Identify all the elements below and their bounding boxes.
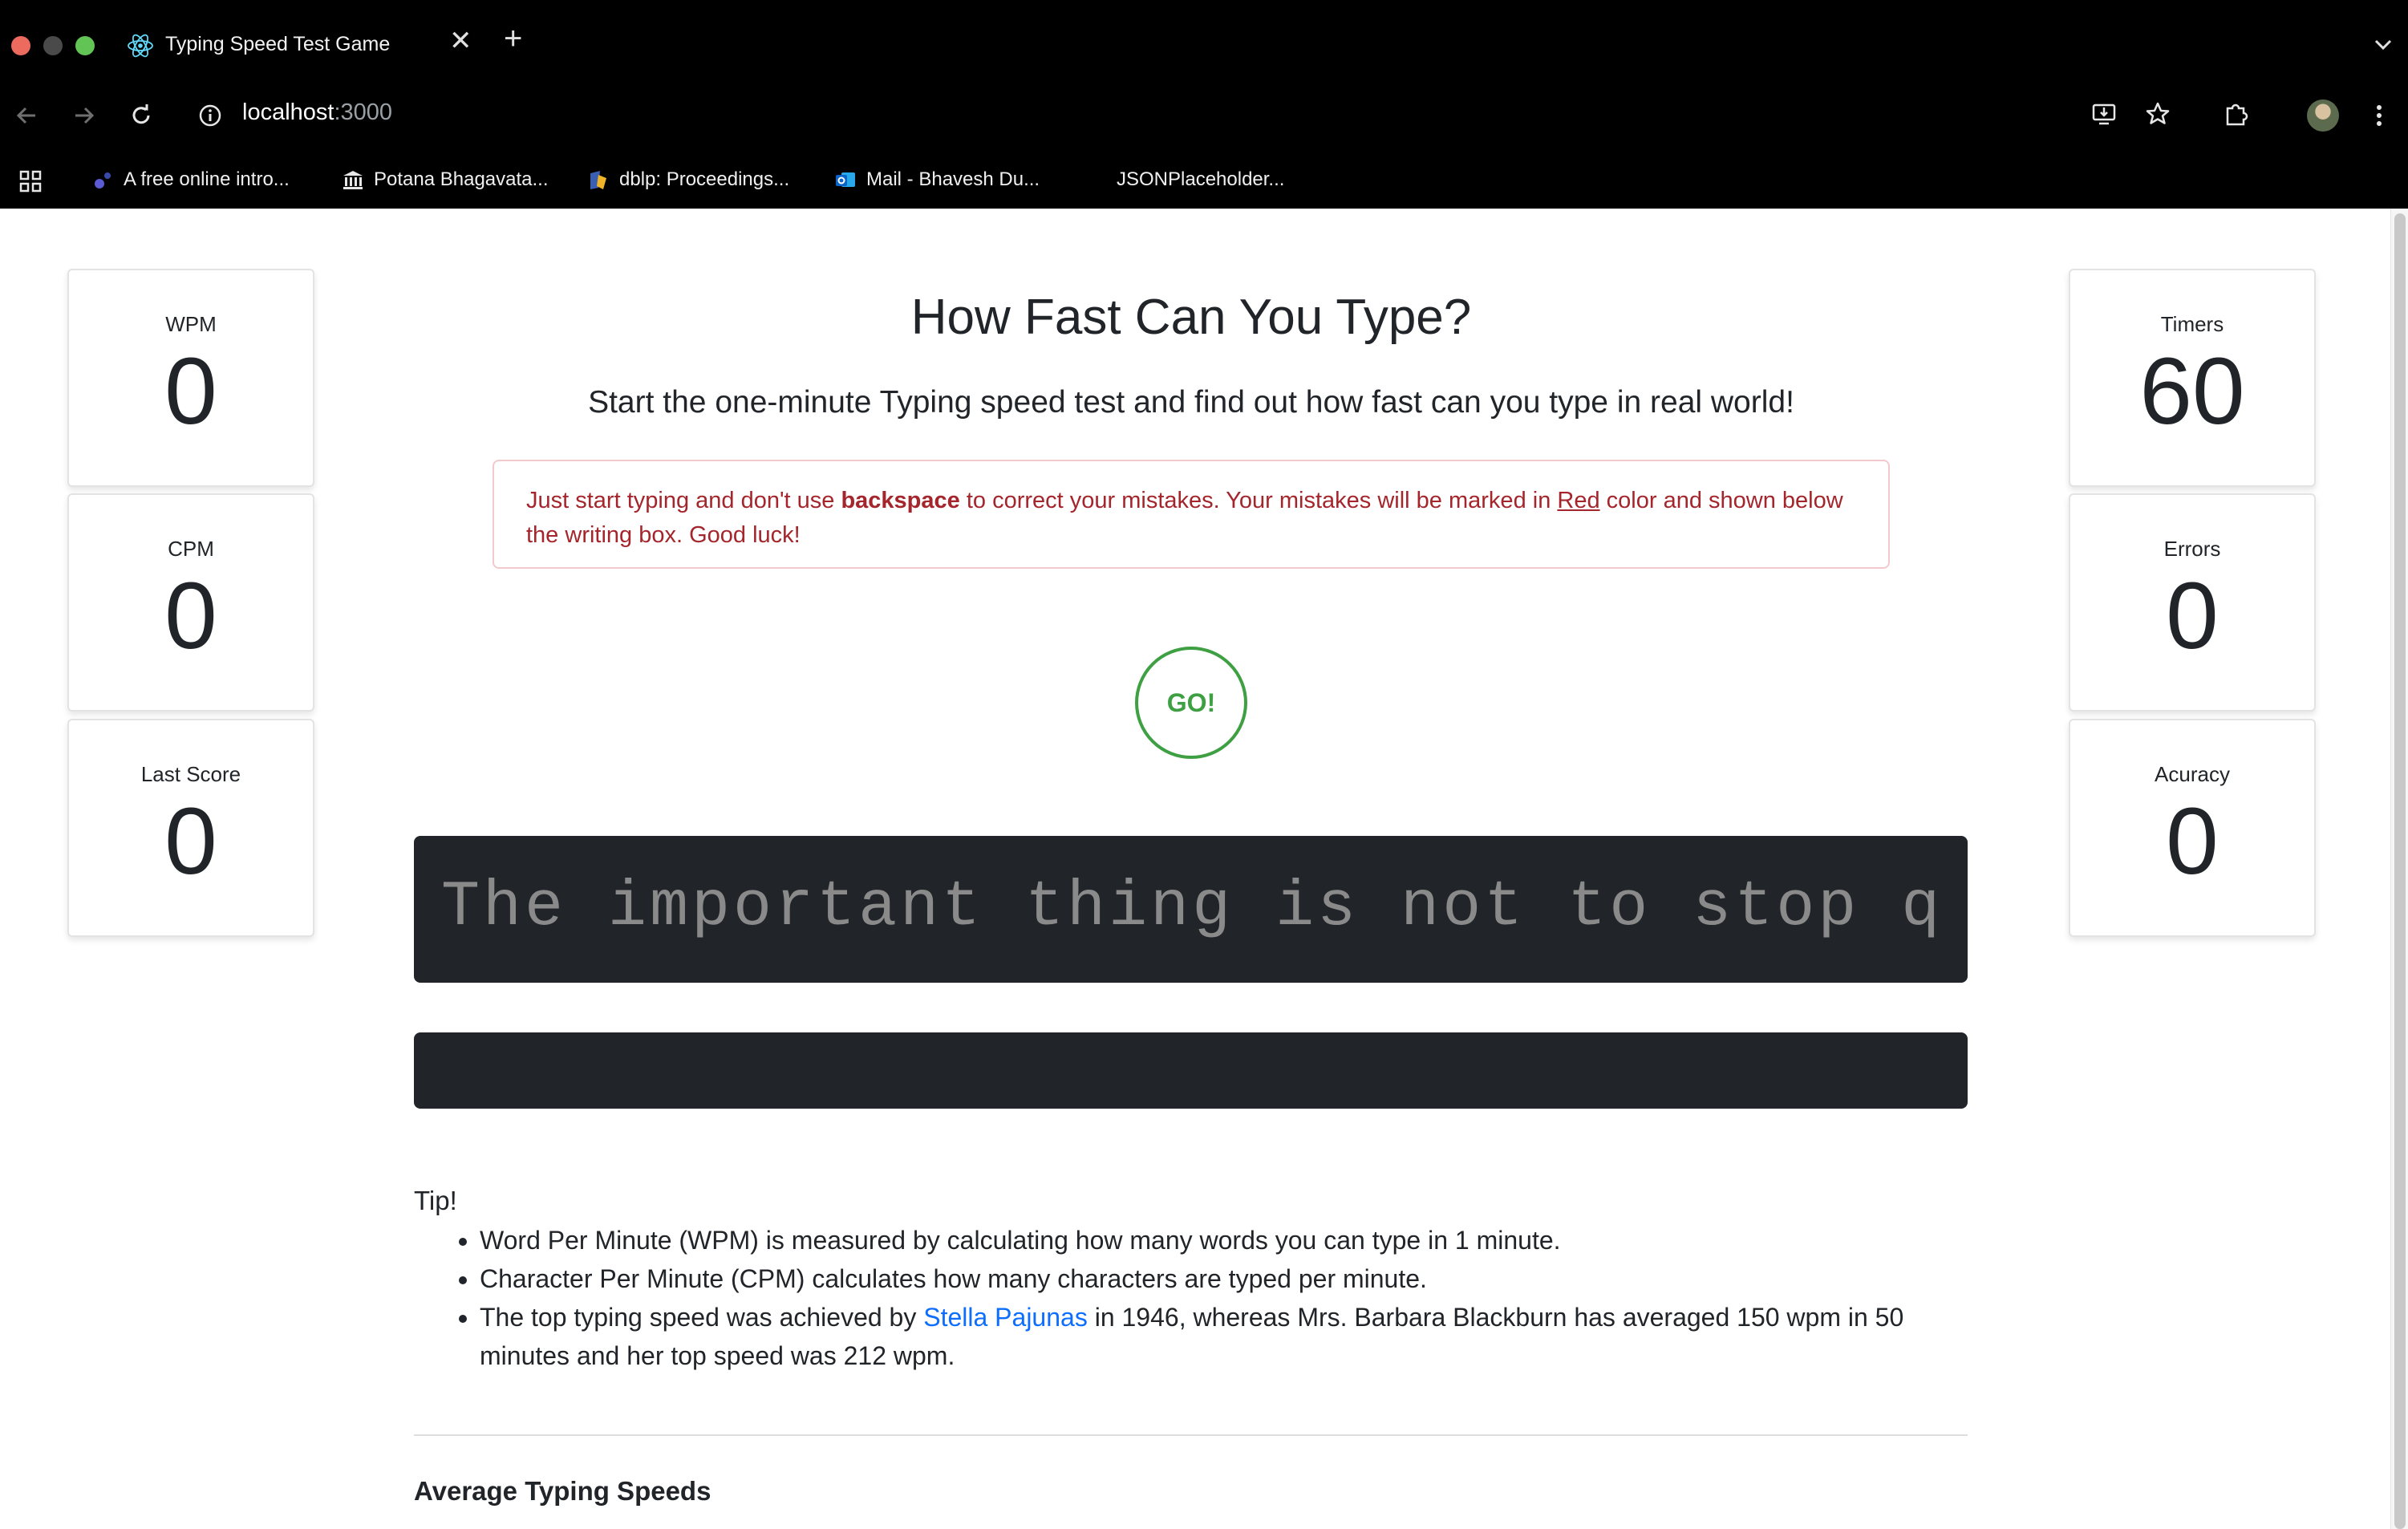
reload-icon[interactable] — [125, 99, 157, 132]
chevron-down-icon[interactable] — [2371, 32, 2395, 56]
puzzle-icon[interactable] — [2220, 98, 2252, 130]
bookmark-item[interactable]: Mail - Bhavesh Du... — [834, 164, 1040, 196]
browser-chrome: Typing Speed Test Game ✕ + localhost:300… — [0, 0, 2408, 209]
bookmark-label: dblp: Proceedings... — [619, 168, 790, 190]
accuracy-value: 0 — [2166, 789, 2219, 894]
cpm-card: CPM 0 — [67, 493, 314, 712]
bookmark-item[interactable]: Potana Bhagavata... — [342, 164, 549, 196]
page-scrollbar[interactable] — [2390, 209, 2408, 1529]
cpm-label: CPM — [168, 537, 214, 561]
quote-text: The important thing is not to stop q — [441, 871, 1944, 944]
outlook-icon — [836, 172, 855, 187]
bookmark-label: A free online intro... — [124, 168, 290, 190]
bookmark-label: Mail - Bhavesh Du... — [866, 168, 1040, 190]
instructions-alert: Just start typing and don't use backspac… — [493, 460, 1890, 569]
star-icon[interactable] — [2142, 98, 2174, 130]
apps-grid-icon[interactable] — [18, 168, 43, 194]
new-tab-button[interactable]: + — [504, 22, 522, 55]
scrollbar-thumb[interactable] — [2394, 213, 2406, 1529]
react-icon — [128, 34, 153, 58]
tab-title: Typing Speed Test Game — [165, 33, 391, 55]
timer-card: Timers 60 — [2069, 269, 2316, 487]
bookmark-item[interactable]: dblp: Proceedings... — [587, 164, 789, 196]
bookmark-label: JSONPlaceholder... — [1117, 168, 1285, 190]
last-score-value: 0 — [164, 789, 217, 894]
tip-cpm-text: Character Per Minute (CPM) calculates ho… — [480, 1264, 1427, 1293]
close-window-button[interactable] — [11, 36, 30, 55]
url-port: :3000 — [334, 99, 393, 125]
tip-wpm-text: Word Per Minute (WPM) is measured by cal… — [480, 1226, 1561, 1255]
average-speeds-heading: Average Typing Speeds — [414, 1476, 711, 1506]
maximize-window-button[interactable] — [75, 36, 95, 55]
tips-list: Word Per Minute (WPM) is measured by cal… — [414, 1221, 1968, 1375]
minimize-window-button[interactable] — [43, 36, 63, 55]
quote-display: The important thing is not to stop q — [414, 836, 1968, 983]
bookmark-label: Potana Bhagavata... — [374, 168, 549, 190]
tip-heading: Tip! — [414, 1186, 457, 1215]
bookmark-item[interactable]: JSONPlaceholder... — [1084, 164, 1284, 196]
errors-label: Errors — [2163, 537, 2221, 561]
page-title: How Fast Can You Type? — [910, 290, 1472, 345]
install-app-icon[interactable] — [2089, 98, 2121, 130]
page-content: WPM 0 CPM 0 Last Score 0 Timers 60 Error… — [0, 209, 2390, 1529]
forward-arrow-icon[interactable] — [67, 99, 99, 132]
tip-record-text-1: The top typing speed was achieved by — [480, 1303, 924, 1332]
alert-text-2: to correct your mistakes. Your mistakes … — [959, 488, 1558, 513]
back-arrow-icon[interactable] — [11, 99, 43, 132]
close-tab-icon[interactable]: ✕ — [449, 27, 472, 55]
timer-value: 60 — [2139, 339, 2245, 444]
wpm-label: WPM — [165, 312, 217, 336]
address-bar[interactable]: localhost:3000 — [242, 99, 392, 126]
wpm-value: 0 — [164, 339, 217, 444]
accuracy-card: Acuracy 0 — [2069, 719, 2316, 937]
list-item: The top typing speed was achieved by Ste… — [480, 1298, 1968, 1375]
kebab-menu-icon[interactable] — [2371, 99, 2387, 132]
dblp-icon — [590, 171, 606, 189]
list-item: Word Per Minute (WPM) is measured by cal… — [480, 1221, 1968, 1259]
stella-pajunas-link[interactable]: Stella Pajunas — [923, 1303, 1088, 1332]
alert-underlined-text: Red — [1557, 488, 1600, 513]
go-button[interactable]: GO! — [1135, 647, 1247, 759]
bookmark-item[interactable]: A free online intro... — [91, 164, 290, 196]
list-item: Character Per Minute (CPM) calculates ho… — [480, 1259, 1968, 1298]
divider — [414, 1434, 1968, 1436]
bookmark-favicon-icon — [95, 172, 111, 189]
institution-icon — [343, 171, 363, 189]
info-icon[interactable] — [197, 103, 223, 128]
accuracy-label: Acuracy — [2155, 762, 2230, 786]
wpm-card: WPM 0 — [67, 269, 314, 487]
timer-label: Timers — [2160, 312, 2224, 336]
browser-tab[interactable]: Typing Speed Test Game ✕ — [120, 16, 485, 75]
blank-favicon-icon — [1084, 168, 1107, 191]
cpm-value: 0 — [164, 563, 217, 669]
last-score-label: Last Score — [140, 762, 241, 786]
page-subtitle: Start the one-minute Typing speed test a… — [588, 385, 1794, 420]
typing-input[interactable] — [414, 1032, 1968, 1109]
errors-value: 0 — [2166, 563, 2219, 669]
bookmarks-bar: A free online intro... Potana Bhagavata.… — [0, 157, 2408, 202]
avatar[interactable] — [2307, 99, 2339, 132]
alert-bold-text: backspace — [841, 488, 960, 513]
alert-text-1: Just start typing and don't use — [526, 488, 841, 513]
errors-card: Errors 0 — [2069, 493, 2316, 712]
last-score-card: Last Score 0 — [67, 719, 314, 937]
url-host: localhost — [242, 99, 334, 125]
